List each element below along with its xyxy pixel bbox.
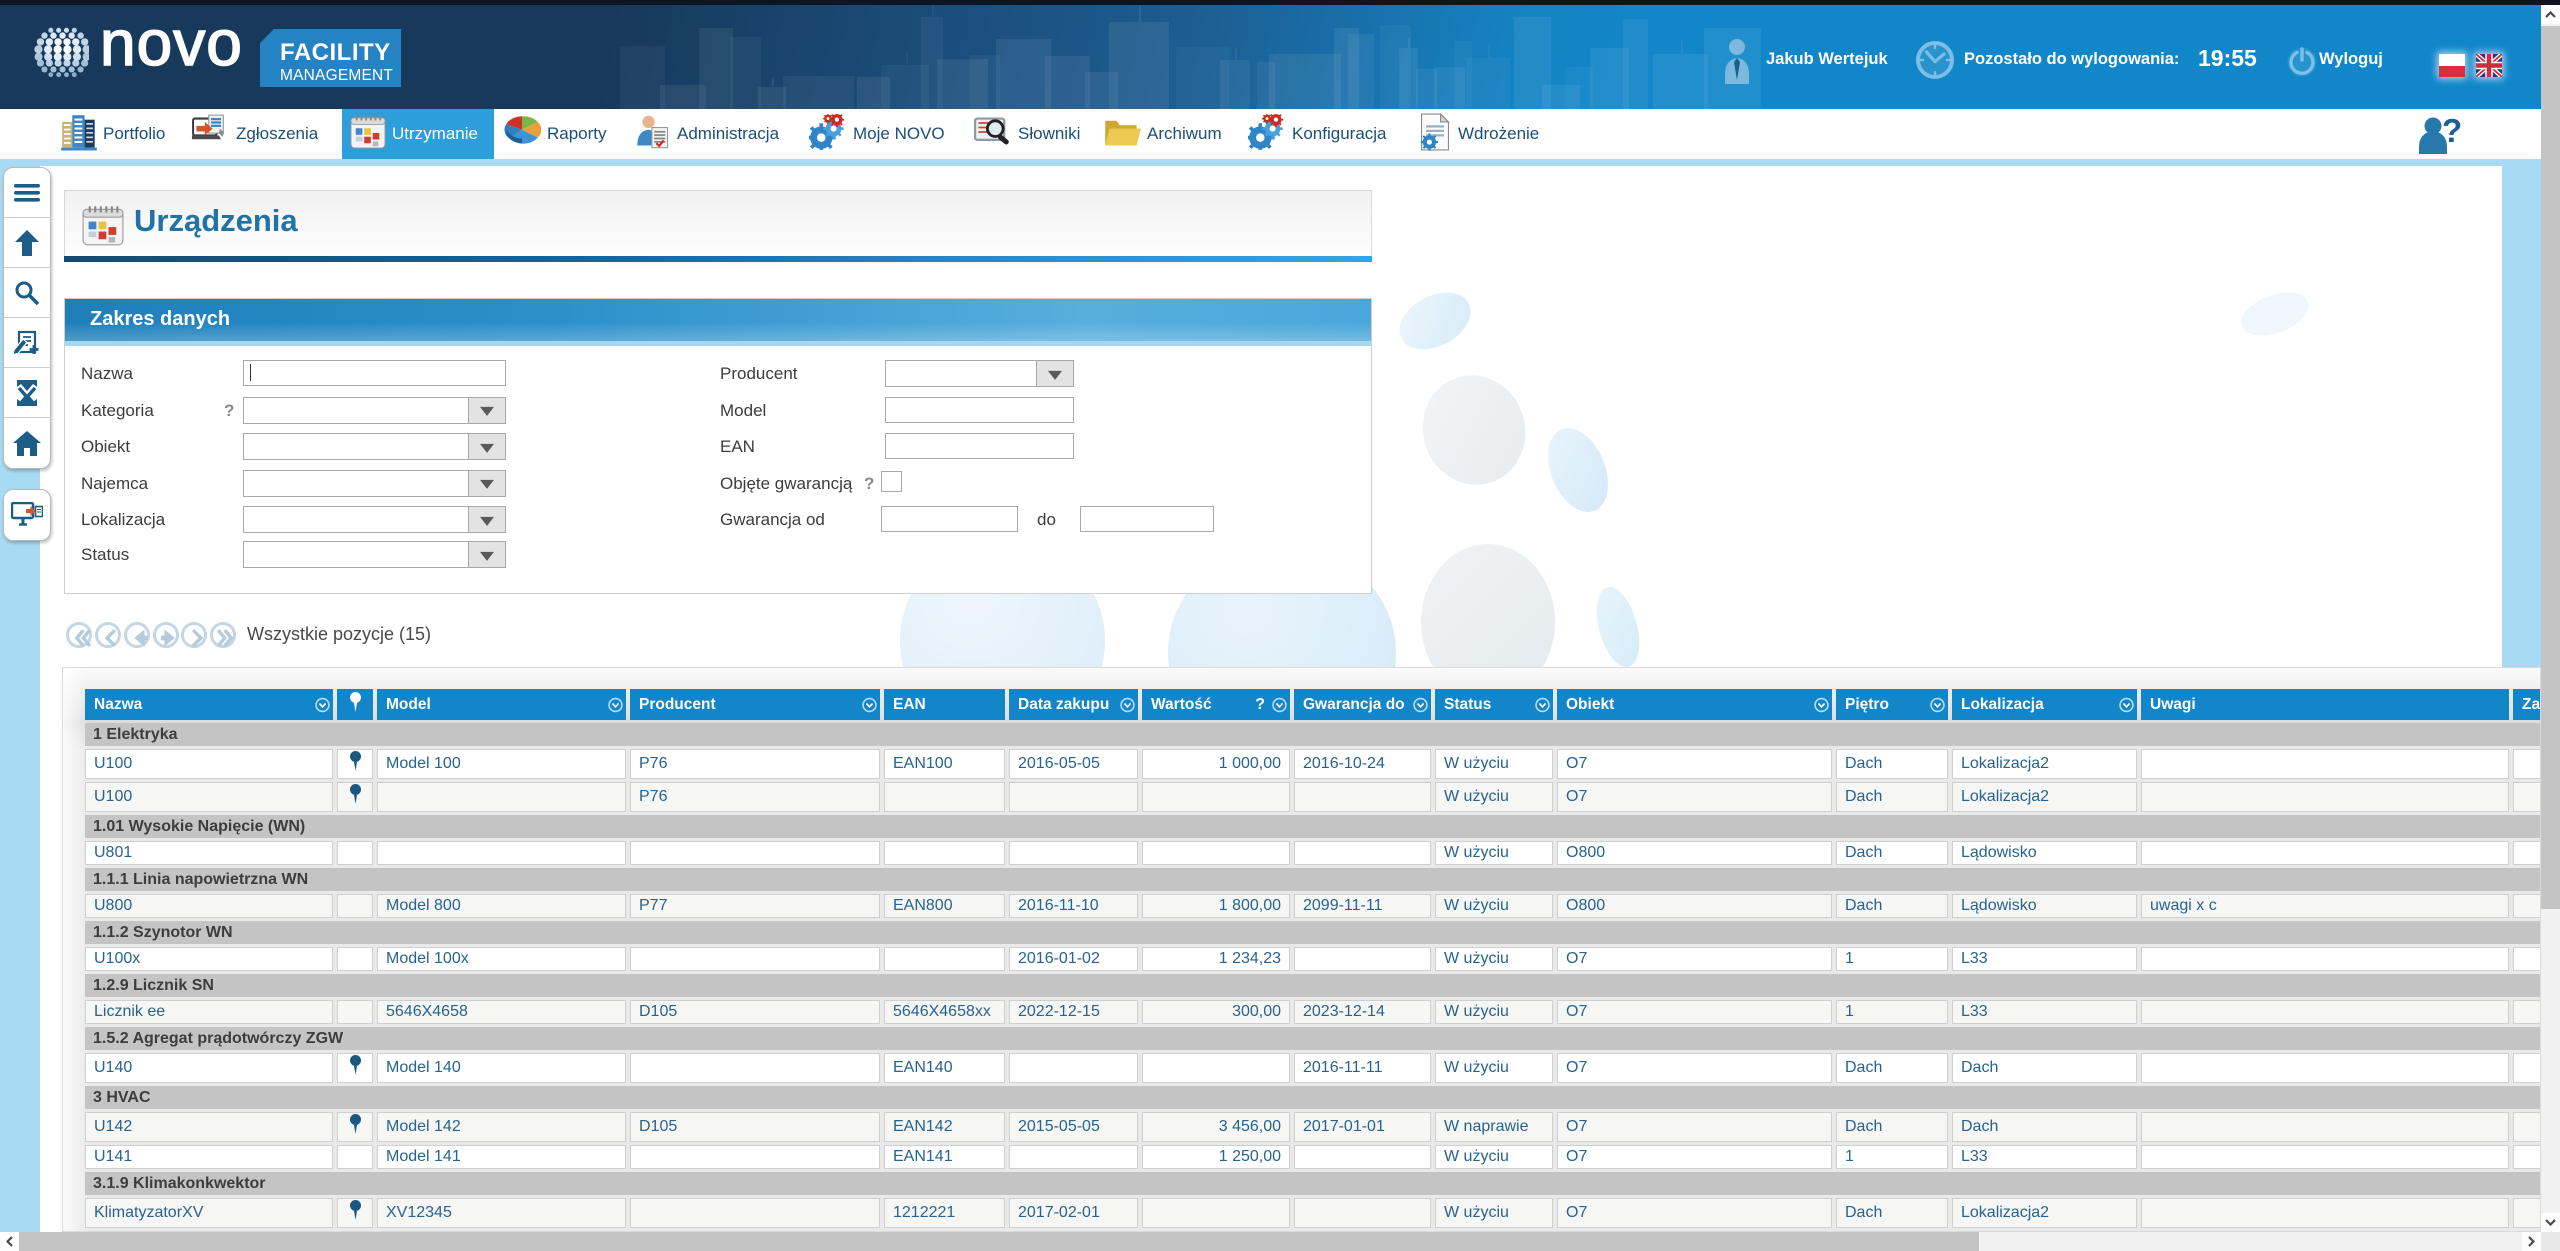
svg-text:?: ? bbox=[2442, 114, 2462, 149]
